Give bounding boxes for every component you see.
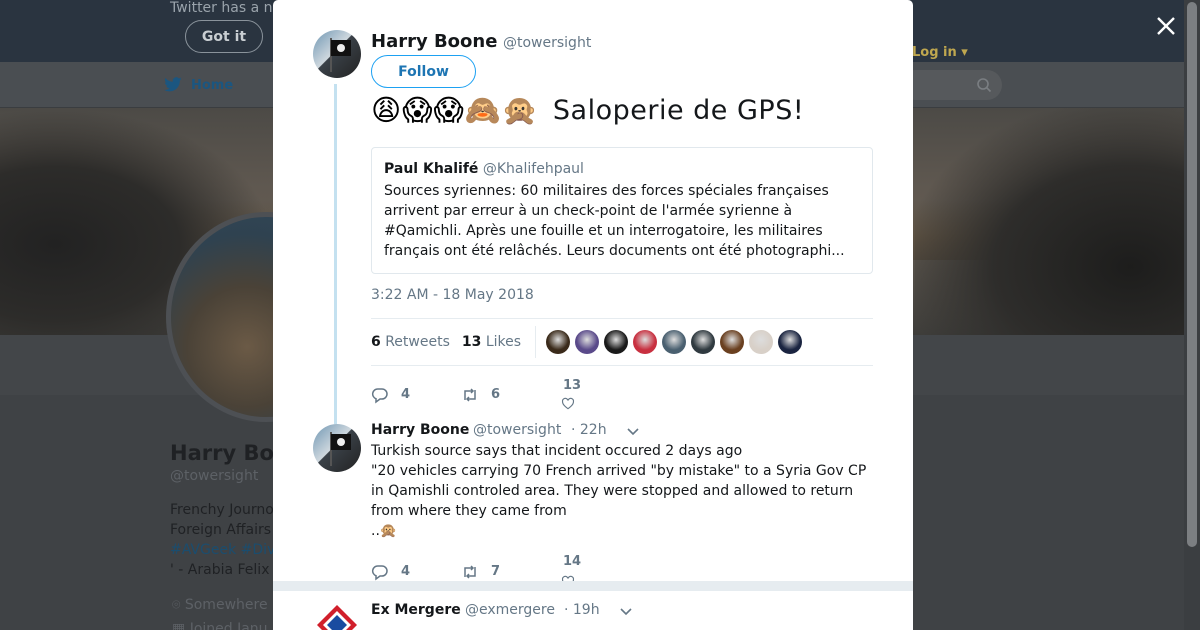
liker-avatar[interactable] (633, 330, 658, 354)
avatar[interactable] (313, 424, 361, 472)
author-name[interactable]: Harry Boone (371, 31, 497, 52)
next-author-name[interactable]: Ex Mergere (371, 602, 461, 618)
tweet-text-words: Saloperie de GPS! (552, 94, 805, 126)
retweet-button[interactable]: 6 (461, 386, 557, 404)
reply-button[interactable]: 4 (371, 386, 461, 404)
liker-avatar[interactable] (749, 330, 774, 354)
reply-author-handle[interactable]: @towersight (473, 422, 561, 438)
reply-author-name[interactable]: Harry Boone (371, 422, 469, 438)
liker-avatar[interactable] (575, 330, 600, 354)
profile-location: ⌾ Somewhere (172, 597, 268, 613)
profile-joined: ▦ Joined Janu (172, 617, 268, 630)
tweet-text: 😩😱😱🙈🙊 Saloperie de GPS! (371, 90, 804, 130)
liker-avatar[interactable] (662, 330, 687, 354)
retweet-icon (464, 387, 476, 402)
tweet-modal: Harry Boone @towersight Follow 😩😱😱🙈🙊 Sal… (273, 0, 913, 630)
reply-time[interactable]: · 22h (571, 422, 607, 438)
search-icon (977, 78, 992, 93)
profile-bio: Frenchy Journo Foreign Affairs #AVGeek #… (170, 500, 275, 580)
tweet-timestamp[interactable]: 3:22 AM - 18 May 2018 (371, 287, 534, 303)
retweet-icon (464, 564, 476, 579)
liker-avatar[interactable] (720, 330, 745, 354)
follow-button[interactable]: Follow (371, 55, 476, 88)
liker-avatar[interactable] (691, 330, 716, 354)
tweet-divider (273, 581, 913, 591)
scrollbar-thumb[interactable] (1187, 2, 1197, 547)
ex-mergere-logo-icon (317, 605, 357, 630)
bio-line: ' - Arabia Felix (170, 562, 270, 578)
profile-name: Harry Bo (170, 441, 274, 465)
reply-icon (371, 564, 388, 580)
twitter-bird-icon (164, 77, 182, 92)
reply-text: Turkish source says that incident occure… (371, 443, 867, 539)
search-input[interactable] (900, 70, 1002, 100)
quote-text: Sources syriennes: 60 militaires des for… (384, 183, 845, 259)
tweet-actions: 4 6 13 (371, 378, 587, 411)
profile-meta: ⌾ Somewhere ▦ Joined Janu (172, 593, 268, 630)
nav-home[interactable]: Home (163, 77, 233, 93)
liker-avatar[interactable] (778, 330, 803, 354)
bio-line: Foreign Affairs (170, 522, 272, 538)
close-icon[interactable] (1152, 12, 1180, 40)
quoted-tweet[interactable]: Paul Khalifé @Khalifehpaul Sources syrie… (371, 147, 873, 274)
reply-button[interactable]: 4 (371, 563, 461, 581)
profile-handle: @towersight (170, 468, 259, 484)
cookie-banner-text: Twitter has a n (170, 0, 273, 16)
stat-divider (535, 326, 537, 358)
chevron-down-icon[interactable] (620, 608, 632, 616)
liker-avatar[interactable] (604, 330, 629, 354)
avatar[interactable] (313, 601, 361, 630)
got-it-button[interactable]: Got it (185, 20, 263, 53)
retweet-button[interactable]: 7 (461, 563, 557, 581)
scrollbar[interactable] (1184, 0, 1200, 630)
bio-line: Frenchy Journo (170, 502, 274, 518)
author-handle[interactable]: @towersight (503, 35, 591, 51)
avatar[interactable] (313, 30, 361, 78)
next-time[interactable]: · 19h (564, 602, 600, 618)
quote-author-name: Paul Khalifé (384, 161, 479, 177)
tweet-emojis: 😩😱😱🙈🙊 (371, 93, 539, 127)
likes-stat[interactable]: 13 Likes (462, 334, 521, 350)
retweets-stat[interactable]: 6 Retweets (371, 334, 450, 350)
reply-icon (371, 387, 388, 403)
heart-icon (561, 397, 575, 410)
header-image-right (915, 108, 1184, 335)
thread-line (334, 84, 337, 424)
tweet-stats: 6 Retweets 13 Likes (371, 318, 873, 366)
bio-hashtags[interactable]: #AVGeek #Div (170, 540, 275, 560)
nav-home-label: Home (191, 77, 234, 93)
quote-author-handle: @Khalifehpaul (482, 161, 584, 177)
next-author-handle[interactable]: @exmergere (465, 602, 555, 618)
chevron-down-icon[interactable] (627, 428, 639, 436)
login-link[interactable]: Log in ▾ (912, 45, 968, 60)
liker-avatar[interactable] (546, 330, 571, 354)
location-icon: ⌾ (172, 597, 181, 613)
likers-list (546, 330, 803, 354)
like-button[interactable]: 13 (557, 378, 587, 411)
calendar-icon: ▦ (172, 621, 186, 630)
